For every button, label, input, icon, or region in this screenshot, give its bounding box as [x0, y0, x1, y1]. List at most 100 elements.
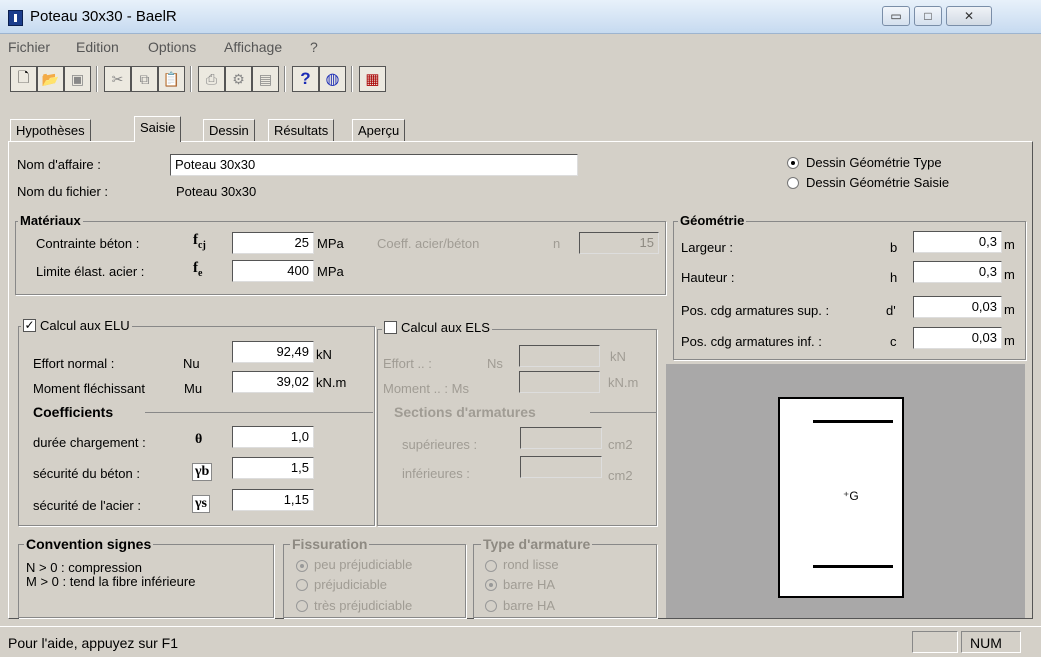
effort-normal-input[interactable]: 92,49	[232, 341, 314, 363]
convention-title: Convention signes	[24, 536, 154, 552]
tab-apercu[interactable]: Aperçu	[352, 119, 406, 141]
title-bar: Poteau 30x30 - BaelR ▭ □ ✕	[0, 0, 1041, 34]
radio-tres-prejudiciable	[296, 600, 308, 612]
bottom-rebar-line	[813, 565, 893, 568]
securite-acier-input[interactable]: 1,15	[232, 489, 314, 511]
elu-title-text: Calcul aux ELU	[40, 318, 130, 333]
hauteur-unit: m	[1004, 267, 1015, 282]
centroid-marker: ⁺G	[843, 489, 859, 503]
open-button[interactable]: 📂	[37, 66, 64, 92]
pos-sup-label: Pos. cdg armatures sup. :	[681, 303, 830, 318]
menu-help[interactable]: ?	[310, 39, 318, 55]
calculator-icon: ▦	[365, 71, 380, 88]
nom-affaire-input[interactable]: Poteau 30x30	[170, 154, 578, 176]
menu-affichage[interactable]: Affichage	[224, 39, 282, 55]
status-bar: Pour l'aide, appuyez sur F1 NUM	[0, 626, 1041, 657]
copy-button[interactable]: ⧉	[131, 66, 158, 92]
moment-input[interactable]: 39,02	[232, 371, 314, 393]
sections-sup-input	[520, 427, 602, 449]
pos-sup-unit: m	[1004, 302, 1015, 317]
menu-edition[interactable]: Edition	[76, 39, 119, 55]
elu-checkbox[interactable]: ✓	[23, 319, 36, 332]
hauteur-input[interactable]: 0,3	[913, 261, 1002, 283]
els-effort-label: Effort .. :	[383, 356, 432, 371]
theta-symbol: θ	[195, 432, 203, 447]
toolbar-separator	[190, 66, 192, 92]
radio-barre-ha-2	[485, 600, 497, 612]
tab-resultats[interactable]: Résultats	[268, 119, 335, 141]
dessin-type-label: Dessin Géométrie Type	[806, 155, 942, 170]
pos-inf-symbol: c	[890, 334, 897, 349]
coeff-symbol: n	[553, 236, 561, 251]
pos-inf-unit: m	[1004, 333, 1015, 348]
radio-peu-prejudiciable	[296, 560, 308, 572]
moment-unit: kN.m	[316, 375, 347, 390]
color-button[interactable]: ◍	[319, 66, 346, 92]
save-button[interactable]: ▣	[64, 66, 91, 92]
tab-dessin[interactable]: Dessin	[203, 119, 255, 141]
beton-unit: MPa	[317, 236, 344, 251]
cut-button[interactable]: ✂	[104, 66, 131, 92]
print-button[interactable]: ⎙	[198, 66, 225, 92]
sections-line	[590, 412, 656, 413]
sections-inf-input	[520, 456, 602, 478]
menu-bar: Fichier Edition Options Affichage ?	[0, 37, 1041, 59]
sections-sup-unit: cm2	[608, 437, 633, 452]
new-file-button[interactable]: 🗋	[10, 66, 37, 92]
elu-title: ✓ Calcul aux ELU	[21, 318, 132, 333]
duree-input[interactable]: 1,0	[232, 426, 314, 448]
rond-lisse-label: rond lisse	[503, 557, 559, 572]
help-button[interactable]: ?	[292, 66, 319, 92]
moment-label: Moment fléchissant	[33, 381, 145, 396]
pos-inf-label: Pos. cdg armatures inf. :	[681, 334, 822, 349]
tres-prejudiciable-label: très préjudiciable	[314, 598, 413, 613]
mu-symbol: Mu	[184, 381, 203, 396]
calculate-button[interactable]: ▦	[359, 66, 386, 92]
close-button[interactable]: ✕	[946, 6, 992, 26]
maximize-button[interactable]: □	[914, 6, 942, 26]
els-title-text: Calcul aux ELS	[401, 320, 490, 335]
peu-prejudiciable-label: peu préjudiciable	[314, 557, 413, 572]
sections-inf-label: inférieures :	[402, 466, 470, 481]
copy-icon: ⧉	[139, 70, 150, 87]
open-folder-icon: 📂	[41, 70, 60, 87]
radio-barre-ha	[485, 579, 497, 591]
securite-beton-input[interactable]: 1,5	[232, 457, 314, 479]
coefficients-line	[145, 412, 373, 413]
menu-fichier[interactable]: Fichier	[8, 39, 50, 55]
app-icon	[8, 10, 23, 26]
armature-title: Type d'armature	[481, 536, 593, 552]
paste-button[interactable]: 📋	[158, 66, 185, 92]
radio-dessin-type[interactable]	[787, 157, 799, 169]
barre-ha-label: barre HA	[503, 577, 556, 592]
securite-acier-label: sécurité de l'acier :	[33, 498, 141, 513]
paste-icon: 📋	[162, 70, 181, 87]
radio-dessin-saisie[interactable]	[787, 177, 799, 189]
armature-group	[473, 544, 657, 618]
materiaux-title: Matériaux	[18, 213, 83, 228]
preview-icon: ▤	[258, 70, 273, 87]
menu-options[interactable]: Options	[148, 39, 196, 55]
limite-acier-input[interactable]: 400	[232, 260, 314, 282]
color-wheel-icon: ◍	[325, 71, 340, 88]
tab-hypotheses[interactable]: Hypothèses	[10, 119, 91, 141]
hauteur-symbol: h	[890, 270, 898, 285]
status-text: Pour l'aide, appuyez sur F1	[8, 635, 178, 651]
nom-fichier-value: Poteau 30x30	[176, 184, 257, 199]
pos-sup-input[interactable]: 0,03	[913, 296, 1002, 318]
contrainte-beton-input[interactable]: 25	[232, 232, 314, 254]
minimize-button[interactable]: ▭	[882, 6, 910, 26]
tab-saisie[interactable]: Saisie	[134, 116, 182, 142]
print-setup-button[interactable]: ⚙	[225, 66, 252, 92]
centroid-label: G	[849, 489, 859, 503]
fissuration-title: Fissuration	[290, 536, 370, 552]
preview-button[interactable]: ▤	[252, 66, 279, 92]
ns-symbol: Ns	[487, 356, 503, 371]
els-checkbox[interactable]	[384, 321, 397, 334]
prejudiciable-label: préjudiciable	[314, 577, 387, 592]
nu-symbol: Nu	[183, 356, 200, 371]
radio-rond-lisse	[485, 560, 497, 572]
sections-title: Sections d'armatures	[392, 404, 538, 420]
largeur-input[interactable]: 0,3	[913, 231, 1002, 253]
pos-inf-input[interactable]: 0,03	[913, 327, 1002, 349]
